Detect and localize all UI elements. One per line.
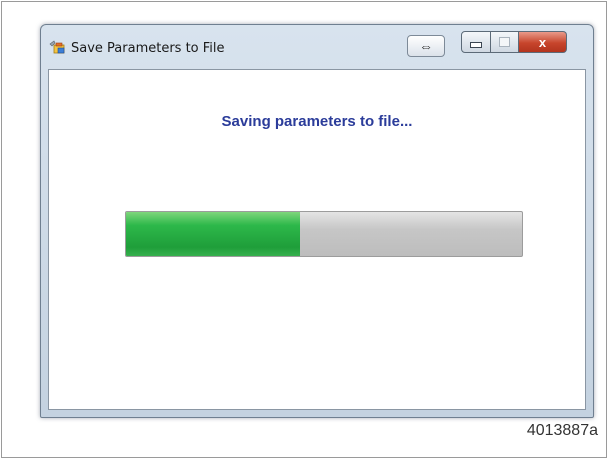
swap-arrows-button[interactable]: ⇔ [407, 35, 445, 57]
minimize-icon [470, 42, 482, 48]
parameters-app-icon [49, 40, 65, 54]
progress-bar-fill [126, 212, 301, 256]
close-icon: x [538, 34, 547, 50]
minimize-button[interactable] [461, 31, 491, 53]
window-controls: x [461, 31, 567, 55]
status-message: Saving parameters to file... [221, 113, 413, 130]
maximize-icon [499, 37, 510, 47]
close-button[interactable]: x [519, 31, 567, 53]
figure-id: 4013887a [526, 422, 598, 439]
dialog-body: Saving parameters to file... [48, 69, 586, 410]
window-title: Save Parameters to File [71, 41, 225, 56]
swap-arrows-icon: ⇔ [419, 38, 433, 54]
progress-bar [125, 211, 523, 257]
figure-frame: Save Parameters to File ⇔ x Saving param… [1, 1, 607, 458]
save-parameters-dialog: Save Parameters to File ⇔ x Saving param… [40, 24, 594, 418]
title-bar[interactable]: Save Parameters to File ⇔ x [41, 25, 593, 61]
maximize-button[interactable] [491, 31, 519, 53]
